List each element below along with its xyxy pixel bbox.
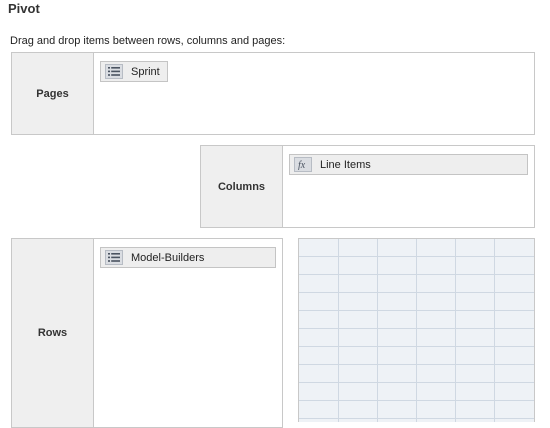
pages-zone[interactable]: Pages Sprint xyxy=(11,52,535,135)
pivot-item-label: Model-Builders xyxy=(131,251,205,264)
formula-icon: fx xyxy=(294,157,312,172)
list-icon xyxy=(105,64,123,79)
pivot-item-line-items[interactable]: fx Line Items xyxy=(289,154,528,175)
pivot-item-label: Line Items xyxy=(320,158,371,171)
grid-preview-lines xyxy=(299,239,534,422)
svg-text:fx: fx xyxy=(298,160,306,170)
grid-preview xyxy=(298,238,535,422)
pivot-item-model-builders[interactable]: Model-Builders xyxy=(100,247,276,268)
columns-zone[interactable]: Columns fx Line Items xyxy=(200,145,535,228)
rows-zone[interactable]: Rows Model-Builders xyxy=(11,238,283,428)
pivot-item-sprint[interactable]: Sprint xyxy=(100,61,168,82)
rows-label: Rows xyxy=(12,239,94,427)
list-icon xyxy=(105,250,123,265)
pivot-item-label: Sprint xyxy=(131,65,160,78)
instructions-text: Drag and drop items between rows, column… xyxy=(10,35,286,47)
page-title: Pivot xyxy=(8,1,40,16)
pages-label: Pages xyxy=(12,53,94,134)
columns-label: Columns xyxy=(201,146,283,227)
